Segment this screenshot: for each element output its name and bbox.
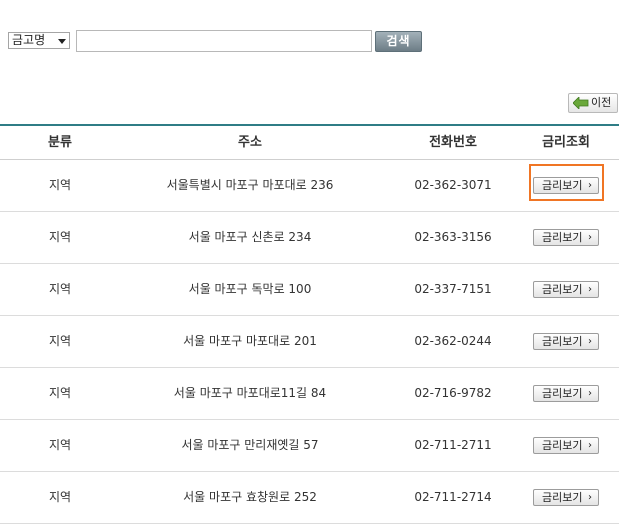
row-address: 서울 마포구 독막로 100 — [188, 282, 312, 296]
prev-button[interactable]: 이전 — [568, 93, 618, 113]
chevron-right-icon: › — [588, 180, 592, 191]
view-rate-label: 금리보기 — [542, 335, 583, 348]
row-phone: 02-363-3156 — [414, 230, 492, 244]
branch-table: 분류 주소 전화번호 금리조회 지역 서울특별시 마포구 마포대로 236 02-3… — [0, 124, 619, 524]
row-phone: 02-716-9782 — [414, 386, 492, 400]
chevron-right-icon: › — [588, 232, 592, 243]
chevron-right-icon: › — [588, 284, 592, 295]
table-row: 지역 서울 마포구 신촌로 234 02-363-3156 금리보기 › — [0, 212, 619, 264]
header-address: 주소 — [238, 135, 262, 150]
row-address: 서울 마포구 마포대로 201 — [183, 334, 317, 348]
table-row: 지역 서울특별시 마포구 마포대로 236 02-362-3071 금리보기 › — [0, 160, 619, 212]
row-phone: 02-711-2714 — [414, 490, 492, 504]
view-rate-label: 금리보기 — [542, 387, 583, 400]
row-phone: 02-362-3071 — [414, 178, 492, 192]
prev-button-label: 이전 — [591, 96, 612, 109]
table-row: 지역 서울 마포구 효창원로 252 02-711-2714 금리보기 › — [0, 472, 619, 524]
header-rate: 금리조회 — [542, 135, 590, 150]
table-row: 지역 서울 마포구 마포대로11길 84 02-716-9782 금리보기 › — [0, 368, 619, 420]
chevron-right-icon: › — [588, 388, 592, 399]
row-category: 지역 — [48, 178, 72, 192]
view-rate-button[interactable]: 금리보기 › — [533, 281, 599, 298]
row-address: 서울 마포구 만리재옛길 57 — [181, 438, 319, 452]
view-rate-label: 금리보기 — [542, 283, 583, 296]
header-phone: 전화번호 — [429, 135, 477, 150]
view-rate-label: 금리보기 — [542, 231, 583, 244]
view-rate-button[interactable]: 금리보기 › — [533, 385, 599, 402]
row-phone: 02-362-0244 — [414, 334, 492, 348]
header-category: 분류 — [48, 135, 72, 150]
search-type-select[interactable]: 금고명 — [8, 32, 70, 49]
row-category: 지역 — [48, 438, 72, 452]
view-rate-label: 금리보기 — [542, 491, 583, 504]
row-category: 지역 — [48, 230, 72, 244]
table-row: 지역 서울 마포구 만리재옛길 57 02-711-2711 금리보기 › — [0, 420, 619, 472]
view-rate-button[interactable]: 금리보기 › — [533, 489, 599, 506]
view-rate-label: 금리보기 — [542, 439, 583, 452]
chevron-down-icon — [58, 39, 66, 44]
row-address: 서울 마포구 신촌로 234 — [188, 230, 312, 244]
view-rate-button[interactable]: 금리보기 › — [533, 437, 599, 454]
row-address: 서울특별시 마포구 마포대로 236 — [166, 178, 334, 192]
row-category: 지역 — [48, 334, 72, 348]
row-category: 지역 — [48, 282, 72, 296]
row-address: 서울 마포구 효창원로 252 — [183, 490, 317, 504]
chevron-right-icon: › — [588, 336, 592, 347]
chevron-right-icon: › — [588, 440, 592, 451]
search-input[interactable] — [76, 30, 372, 52]
row-address: 서울 마포구 마포대로11길 84 — [173, 386, 327, 400]
view-rate-button[interactable]: 금리보기 › — [533, 177, 599, 194]
view-rate-button[interactable]: 금리보기 › — [533, 229, 599, 246]
row-phone: 02-337-7151 — [414, 282, 492, 296]
table-row: 지역 서울 마포구 독막로 100 02-337-7151 금리보기 › — [0, 264, 619, 316]
row-category: 지역 — [48, 490, 72, 504]
table-body: 지역 서울특별시 마포구 마포대로 236 02-362-3071 금리보기 › 지역 서울… — [0, 160, 619, 524]
chevron-right-icon: › — [588, 492, 592, 503]
table-row: 지역 서울 마포구 마포대로 201 02-362-0244 금리보기 › — [0, 316, 619, 368]
search-button[interactable]: 검색 — [375, 31, 422, 52]
view-rate-label: 금리보기 — [542, 179, 583, 192]
view-rate-button[interactable]: 금리보기 › — [533, 333, 599, 350]
row-category: 지역 — [48, 386, 72, 400]
arrow-left-icon — [573, 97, 589, 109]
table-header: 분류 주소 전화번호 금리조회 — [0, 126, 619, 160]
row-phone: 02-711-2711 — [414, 438, 492, 452]
search-type-value: 금고명 — [12, 33, 46, 47]
